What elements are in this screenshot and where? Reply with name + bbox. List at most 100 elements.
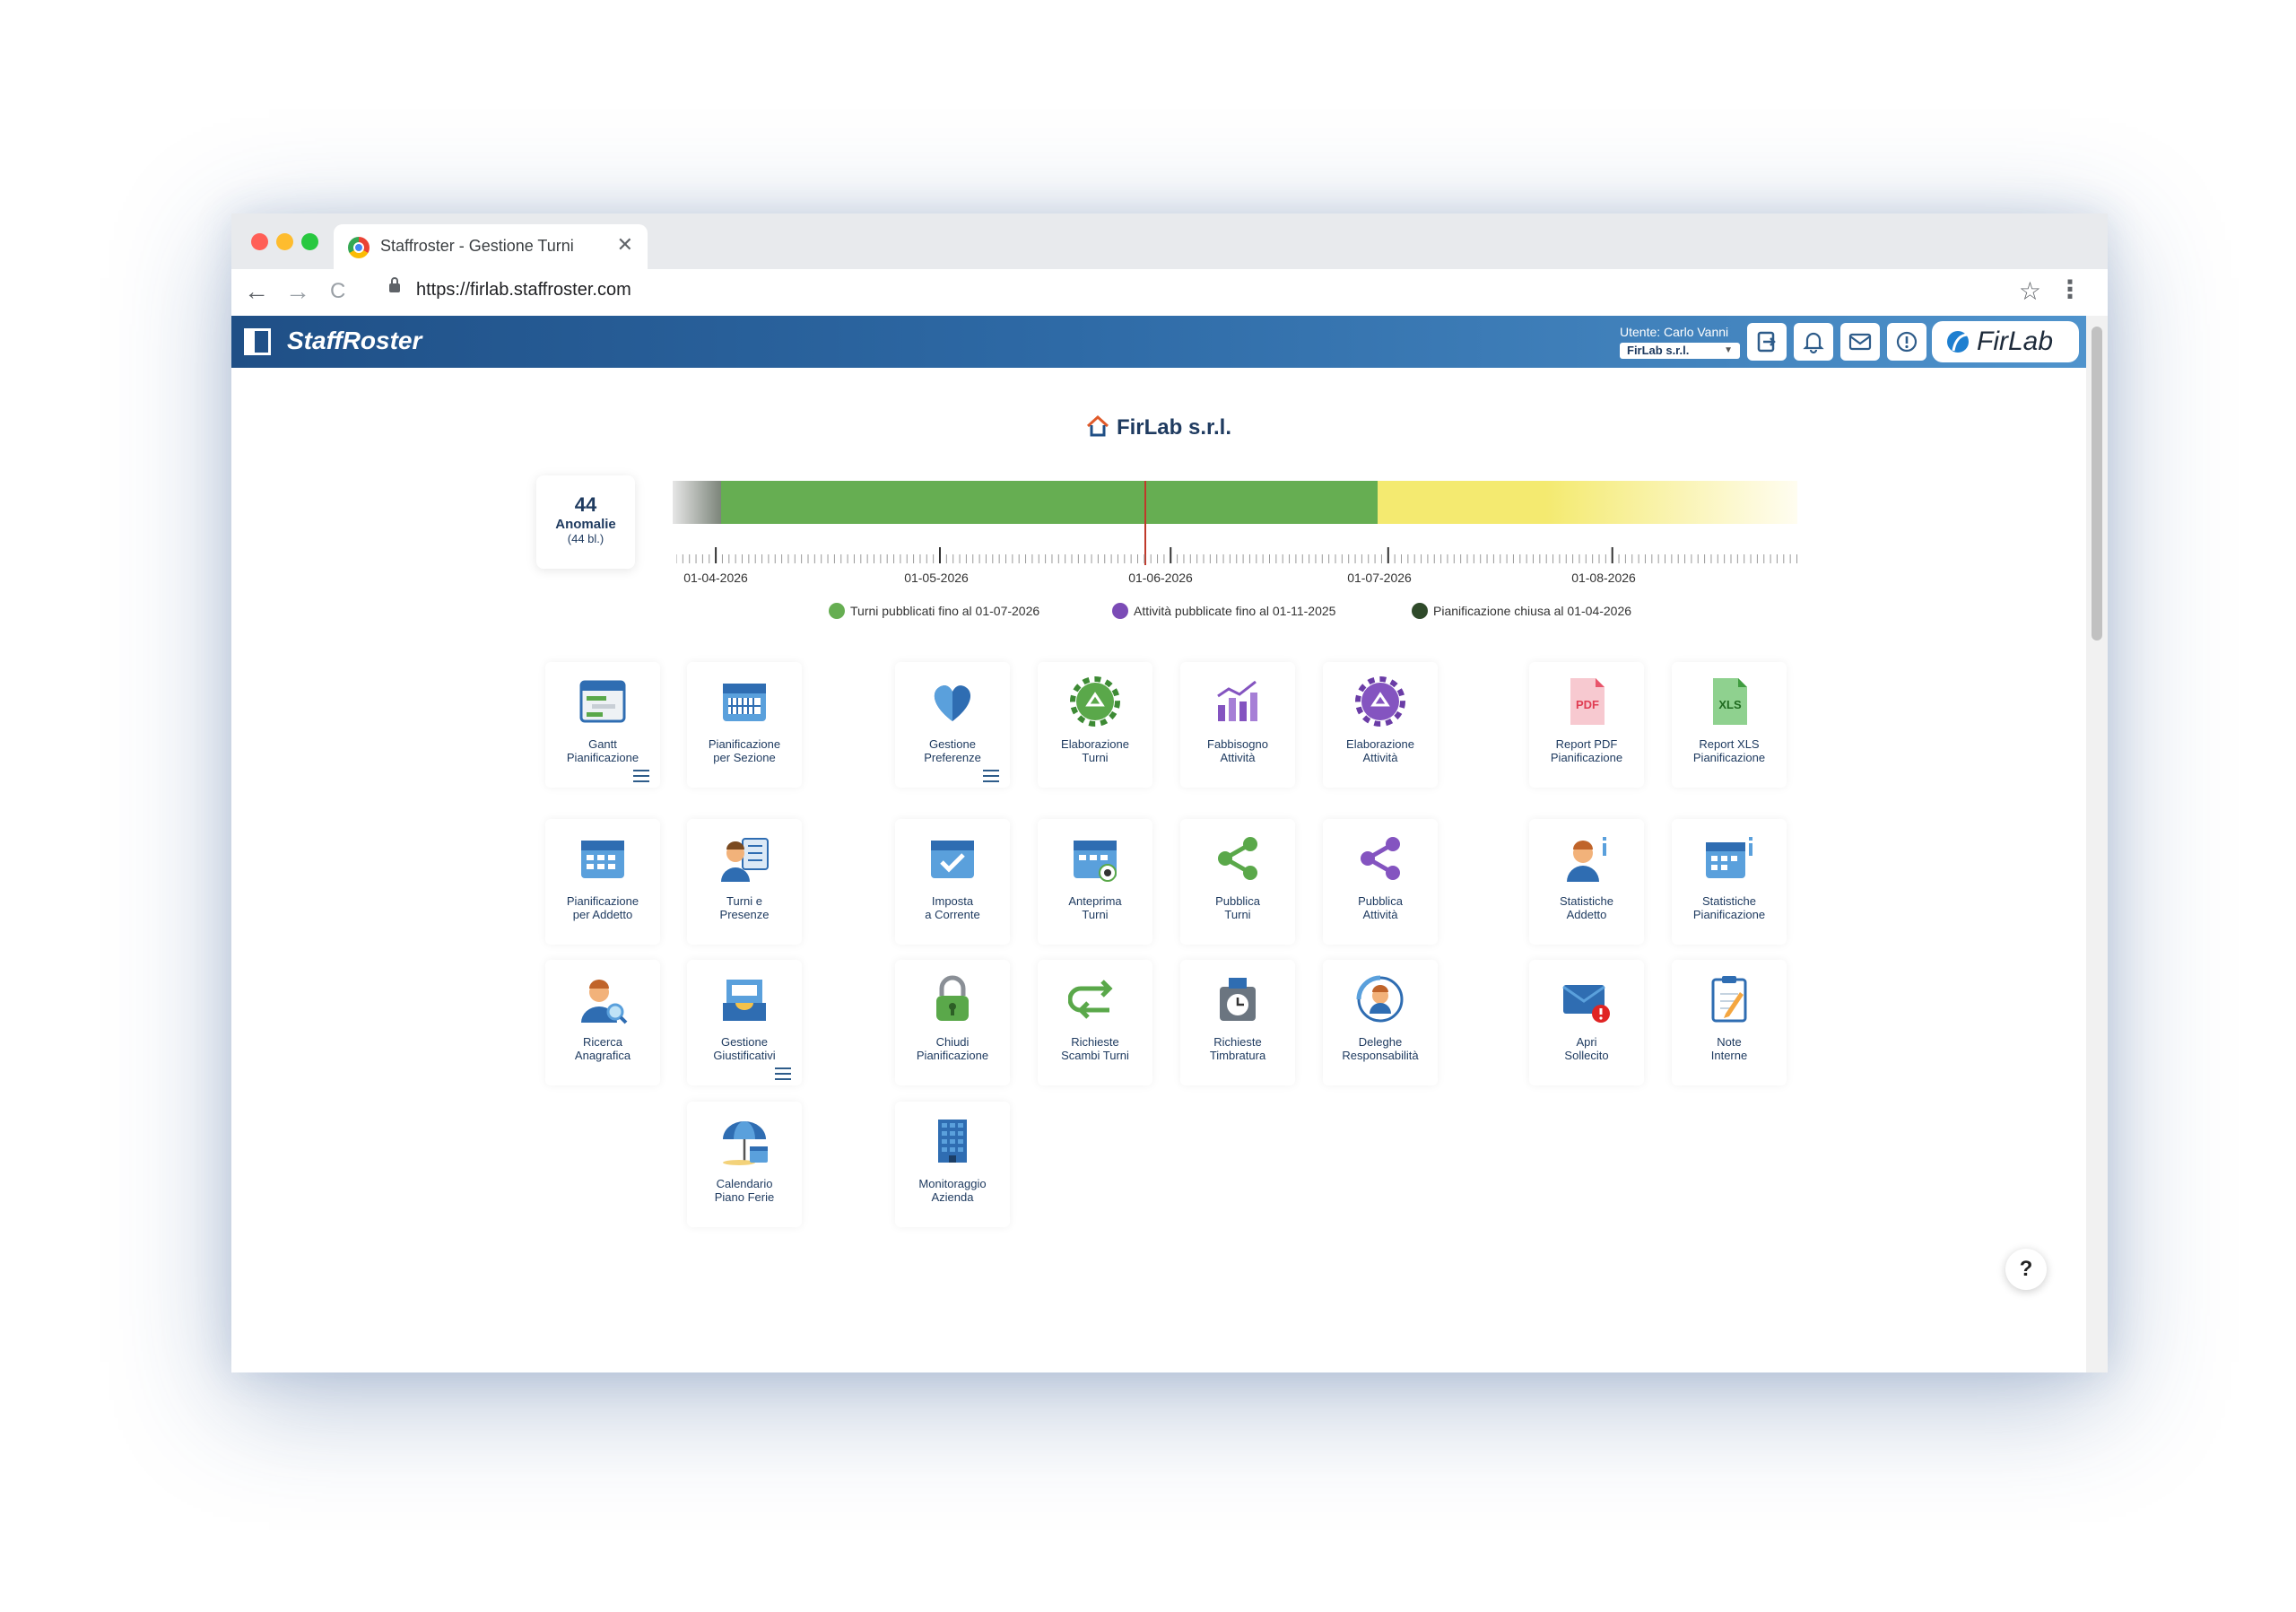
tile-pdf[interactable]: PDF Report PDF Pianificazione: [1529, 662, 1644, 788]
anomalies-count: 44: [574, 493, 597, 516]
tile-gear-recycle[interactable]: Elaborazione Turni: [1038, 662, 1152, 788]
tile-mail-alert[interactable]: Apri Sollecito: [1529, 960, 1644, 1085]
reload-button[interactable]: C: [330, 276, 345, 307]
calendar-grid-icon: [723, 684, 766, 721]
pdf-icon: PDF: [1570, 678, 1605, 725]
tile-label-line2: Turni: [1224, 908, 1251, 921]
inbox-icon: [723, 980, 766, 1021]
tile-time-clock[interactable]: Richieste Timbratura: [1180, 960, 1295, 1085]
tile-calendar-eye[interactable]: Anteprima Turni: [1038, 819, 1152, 945]
person-checklist-icon: [721, 838, 769, 882]
tile-padlock[interactable]: Chiudi Pianificazione: [895, 960, 1010, 1085]
tile-label-line1: Report XLS: [1699, 737, 1760, 751]
address-bar[interactable]: https://firlab.staffroster.com: [416, 280, 631, 301]
tile-label: Deleghe Responsabilità: [1323, 1035, 1438, 1062]
tile-label-line2: Scambi Turni: [1061, 1049, 1129, 1062]
forward-button[interactable]: →: [285, 276, 310, 307]
bookmark-star-icon[interactable]: ☆: [2019, 276, 2041, 306]
alerts-button[interactable]: [1887, 323, 1926, 361]
tile-calendar-grid[interactable]: Pianificazione per Sezione: [687, 662, 802, 788]
tile-label: Imposta a Corrente: [895, 894, 1010, 921]
chrome-favicon-icon: [348, 237, 370, 258]
tile-calendar-person[interactable]: Pianificazione per Addetto: [545, 819, 660, 945]
export-button[interactable]: [1747, 323, 1787, 361]
calendar-check-icon: [931, 841, 974, 878]
minimize-window-button[interactable]: [276, 233, 293, 250]
messages-button[interactable]: [1840, 323, 1880, 361]
tile-share-green[interactable]: Pubblica Turni: [1180, 819, 1295, 945]
tile-label-line2: Pianificazione: [1692, 908, 1766, 921]
browser-menu-icon[interactable]: ⋮: [2057, 274, 2083, 304]
page-title-text: FirLab s.r.l.: [1116, 415, 1232, 440]
anomalies-card[interactable]: 44 Anomalie (44 bl.): [536, 475, 635, 569]
tile-person-info[interactable]: Statistiche Addetto: [1529, 819, 1644, 945]
tile-calendar-info[interactable]: Statistiche Pianificazione: [1672, 819, 1787, 945]
tile-label-line2: Piano Ferie: [714, 1190, 775, 1204]
hamburger-menu-icon[interactable]: [983, 770, 999, 782]
tile-label-line1: Chiudi: [935, 1035, 970, 1049]
tile-swap[interactable]: Richieste Scambi Turni: [1038, 960, 1152, 1085]
legend-item: Pianificazione chiusa al 01-04-2026: [1412, 603, 1631, 619]
heart-icon: [934, 685, 971, 721]
tile-xls[interactable]: XLS Report XLS Pianificazione: [1672, 662, 1787, 788]
tile-share-purple[interactable]: Pubblica Attività: [1323, 819, 1438, 945]
tile-label: Richieste Timbratura: [1180, 1035, 1295, 1062]
maximize-window-button[interactable]: [301, 233, 318, 250]
tile-label-line2: Azienda: [931, 1190, 974, 1204]
page-scrollbar[interactable]: [2086, 316, 2108, 1372]
user-label: Utente: Carlo Vanni: [1620, 325, 1729, 339]
anomalies-sub: (44 bl.): [567, 532, 604, 545]
legend-item: Attività pubblicate fino al 01-11-2025: [1112, 603, 1335, 619]
tile-notepad[interactable]: Note Interne: [1672, 960, 1787, 1085]
svg-text:PDF: PDF: [1576, 698, 1599, 711]
alert-icon: [1896, 331, 1918, 353]
svg-text:XLS: XLS: [1718, 698, 1742, 711]
tile-person-checklist[interactable]: Turni e Presenze: [687, 819, 802, 945]
tile-label-line1: Statistiche: [1702, 894, 1756, 908]
tile-calendar-check[interactable]: Imposta a Corrente: [895, 819, 1010, 945]
tile-bar-chart[interactable]: Fabbisogno Attività: [1180, 662, 1295, 788]
hamburger-menu-icon[interactable]: [775, 1067, 791, 1080]
tile-label-line2: Pianificazione: [1550, 751, 1623, 764]
tile-label: Calendario Piano Ferie: [687, 1177, 802, 1204]
legend-dot-icon: [829, 603, 845, 619]
tab-close-icon[interactable]: ✕: [617, 233, 633, 257]
back-button[interactable]: ←: [244, 276, 269, 307]
company-select[interactable]: FirLab s.r.l. ▼: [1620, 343, 1740, 359]
tile-label: Monitoraggio Azienda: [895, 1177, 1010, 1204]
tile-inbox[interactable]: Gestione Giustificativi: [687, 960, 802, 1085]
close-window-button[interactable]: [251, 233, 268, 250]
tile-gear-purple[interactable]: Elaborazione Attività: [1323, 662, 1438, 788]
scrollbar-thumb[interactable]: [2092, 327, 2102, 640]
notepad-icon: [1711, 976, 1747, 1023]
tile-label-line1: Richieste: [1071, 1035, 1119, 1049]
calendar-info-icon: [1706, 837, 1752, 878]
timeline-tick-label: 01-08-2026: [1571, 571, 1636, 585]
tile-label-line1: Anteprima: [1068, 894, 1122, 908]
person-search-icon: [581, 980, 628, 1024]
browser-tab[interactable]: Staffroster - Gestione Turni ✕: [334, 224, 648, 269]
notifications-button[interactable]: [1794, 323, 1833, 361]
tile-label: Pianificazione per Sezione: [687, 737, 802, 764]
swap-icon: [1068, 980, 1113, 1019]
tile-label-line1: Richieste: [1213, 1035, 1262, 1049]
timeline-tick-label: 01-07-2026: [1347, 571, 1412, 585]
timeline-future-segment: [1378, 481, 1797, 524]
tile-person-search[interactable]: Ricerca Anagrafica: [545, 960, 660, 1085]
tile-umbrella-calendar[interactable]: Calendario Piano Ferie: [687, 1102, 802, 1227]
tile-label: Statistiche Addetto: [1529, 894, 1644, 921]
tile-gantt[interactable]: Gantt Pianificazione: [545, 662, 660, 788]
hamburger-menu-icon[interactable]: [633, 770, 649, 782]
tile-label-line1: Gestione: [720, 1035, 769, 1049]
tile-building[interactable]: Monitoraggio Azienda: [895, 1102, 1010, 1227]
anomalies-label: Anomalie: [555, 517, 616, 532]
tile-label-line2: per Sezione: [713, 751, 776, 764]
tile-label-line2: Turni: [1082, 751, 1109, 764]
tile-heart[interactable]: Gestione Preferenze: [895, 662, 1010, 788]
firlab-brand-button[interactable]: FirLab: [1932, 321, 2079, 362]
app-header: StaffRoster Utente: Carlo Vanni FirLab s…: [231, 316, 2086, 368]
planning-timeline-bar: [673, 481, 1797, 524]
tile-person-circle[interactable]: Deleghe Responsabilità: [1323, 960, 1438, 1085]
tile-label: Pianificazione per Addetto: [545, 894, 660, 921]
help-button[interactable]: ?: [2005, 1249, 2047, 1290]
